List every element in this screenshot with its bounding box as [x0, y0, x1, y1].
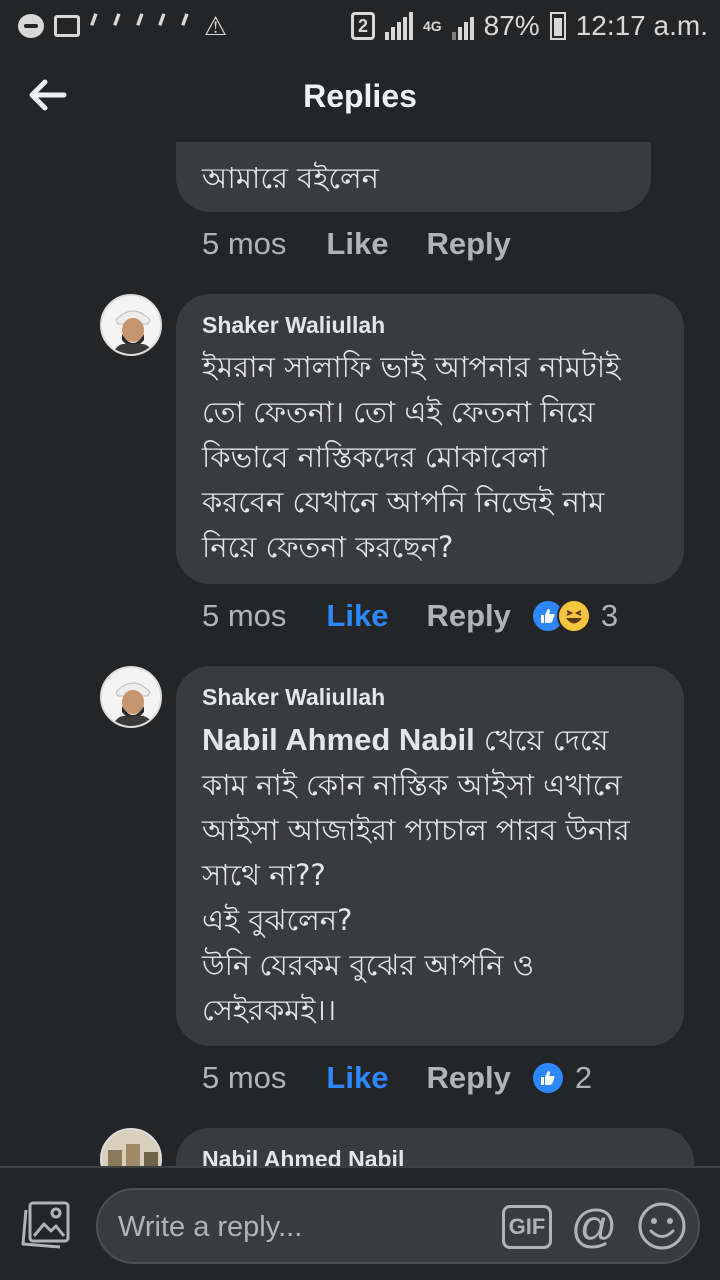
- status-icons-right: 2 4G 87% 12:17 a.m.: [350, 10, 708, 42]
- reply-button[interactable]: Reply: [426, 1060, 510, 1096]
- reply-timestamp[interactable]: 5 mos: [202, 598, 286, 634]
- reply-composer: GIF @: [0, 1166, 720, 1280]
- reaction-summary[interactable]: 2: [530, 1060, 593, 1096]
- reply-input-container[interactable]: GIF @: [96, 1188, 700, 1264]
- notification-icon: ᐟ: [152, 7, 177, 44]
- like-button[interactable]: Like: [326, 226, 388, 262]
- reply-button[interactable]: Reply: [426, 598, 510, 634]
- signal-strength-icon: [384, 12, 413, 40]
- notification-icon: ᐟ: [107, 7, 131, 44]
- reaction-count: 2: [574, 1060, 593, 1095]
- battery-percent: 87%: [483, 10, 540, 41]
- reply-text-first-line: Nabil Ahmed Nabil খেয়ে দেয়ে: [202, 717, 658, 763]
- network-type: 4G: [422, 18, 442, 34]
- avatar-image: [102, 668, 160, 726]
- mention-link[interactable]: Nabil Ahmed Nabil: [202, 722, 475, 757]
- avatar[interactable]: [100, 294, 162, 356]
- status-icons-left: ᐟ ᐟ ᐟ ᐟ ᐟ ⚠: [18, 7, 228, 44]
- reply-bubble[interactable]: Shaker Waliullah Nabil Ahmed Nabil খেয়ে…: [176, 666, 684, 1046]
- signal-strength-icon: [451, 12, 474, 40]
- avatar-image: [102, 1130, 160, 1166]
- messenger-notification-icon: [18, 14, 44, 38]
- like-button[interactable]: Like: [326, 598, 388, 634]
- emoji-button[interactable]: [636, 1200, 688, 1252]
- reply-text: আমারে বইলেন: [202, 161, 379, 195]
- avatar[interactable]: [100, 666, 162, 728]
- notification-icon: ᐟ: [84, 7, 108, 44]
- notification-icon: ᐟ: [130, 7, 154, 44]
- reply-input[interactable]: [118, 1204, 498, 1250]
- like-reaction-icon: [530, 1061, 565, 1095]
- reply-author[interactable]: Shaker Waliullah: [202, 312, 658, 339]
- reply-author[interactable]: Shaker Waliullah: [202, 684, 658, 711]
- header: Replies: [0, 52, 720, 142]
- replies-thread[interactable]: আমারে বইলেন 5 mos Like Reply Shaker Wali…: [0, 142, 720, 1166]
- sim-slot-indicator: 2: [350, 12, 375, 40]
- avatar-image: [102, 296, 160, 354]
- reply-bubble[interactable]: আমারে বইলেন: [176, 142, 651, 212]
- avatar[interactable]: [100, 1128, 162, 1166]
- notification-icon: ᐟ: [175, 7, 199, 44]
- gallery-notification-icon: [54, 15, 80, 37]
- reply-text: কাম নাই কোন নাস্তিক আইসা এখানে আইসা আজাই…: [202, 768, 630, 1027]
- reply-timestamp[interactable]: 5 mos: [202, 226, 286, 262]
- reply-bubble[interactable]: Shaker Waliullah ইমরান সালাফি ভাই আপনার …: [176, 294, 684, 584]
- reply-actions: 5 mos Like Reply 3: [202, 598, 618, 634]
- page-title: Replies: [303, 78, 417, 114]
- clock: 12:17 a.m.: [575, 10, 708, 41]
- haha-reaction-icon: [556, 599, 591, 633]
- smiley-icon: [638, 1202, 686, 1250]
- reply-text: ইমরান সালাফি ভাই আপনার নামটাই তো ফেতনা। …: [202, 350, 621, 564]
- reaction-summary[interactable]: 3: [530, 598, 619, 634]
- photo-button[interactable]: [20, 1200, 72, 1250]
- reply-text: খেয়ে দেয়ে: [474, 723, 609, 757]
- reply-actions: 5 mos Like Reply: [202, 226, 531, 262]
- like-button[interactable]: Like: [326, 1060, 388, 1096]
- reply-actions: 5 mos Like Reply 2: [202, 1060, 592, 1096]
- battery-icon: [549, 12, 566, 40]
- status-bar: ᐟ ᐟ ᐟ ᐟ ᐟ ⚠ 2 4G 87% 12:17 a.m.: [0, 0, 720, 52]
- reply-author[interactable]: Nabil Ahmed Nabil: [202, 1146, 668, 1166]
- mention-button[interactable]: @: [568, 1200, 620, 1252]
- reply-timestamp[interactable]: 5 mos: [202, 1060, 286, 1096]
- warning-icon: ⚠: [203, 10, 228, 41]
- photo-icon: [21, 1201, 70, 1249]
- reply-bubble[interactable]: Nabil Ahmed Nabil: [176, 1128, 694, 1166]
- reply-button[interactable]: Reply: [426, 226, 510, 262]
- gif-button[interactable]: GIF: [502, 1205, 552, 1249]
- reaction-count: 3: [600, 598, 619, 633]
